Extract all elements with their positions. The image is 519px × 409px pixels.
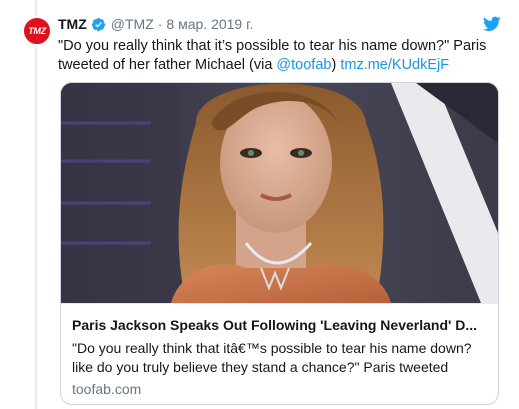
display-name[interactable]: TMZ bbox=[58, 16, 87, 32]
user-handle[interactable]: @TMZ bbox=[111, 16, 154, 32]
avatar-logo-text: TMZ bbox=[28, 26, 46, 36]
avatar[interactable]: TMZ bbox=[22, 16, 52, 46]
tweet-text: "Do you really think that it’s possible … bbox=[58, 37, 498, 75]
card-photo bbox=[61, 83, 498, 303]
card-description: "Do you really think that itâ€™s possibl… bbox=[72, 340, 472, 375]
short-url-link[interactable]: tmz.me/KUdkEjF bbox=[340, 57, 449, 73]
tweet-date[interactable]: 8 мар. 2019 г. bbox=[166, 16, 253, 32]
card-title[interactable]: Paris Jackson Speaks Out Following 'Leav… bbox=[72, 316, 487, 334]
twitter-bird-icon[interactable] bbox=[482, 16, 501, 32]
link-card[interactable]: Paris Jackson Speaks Out Following 'Leav… bbox=[60, 82, 499, 405]
mention-link[interactable]: @toofab bbox=[276, 57, 331, 73]
card-body[interactable]: Paris Jackson Speaks Out Following 'Leav… bbox=[61, 303, 498, 404]
thread-line bbox=[35, 0, 37, 409]
tweet-close-paren: ) bbox=[331, 57, 337, 73]
tweet-header: TMZ @TMZ · 8 мар. 2019 г. bbox=[58, 14, 253, 34]
card-domain: toofab.com bbox=[72, 381, 142, 397]
card-image[interactable] bbox=[61, 83, 498, 303]
separator-dot: · bbox=[157, 16, 163, 32]
verified-badge-icon bbox=[91, 17, 106, 32]
